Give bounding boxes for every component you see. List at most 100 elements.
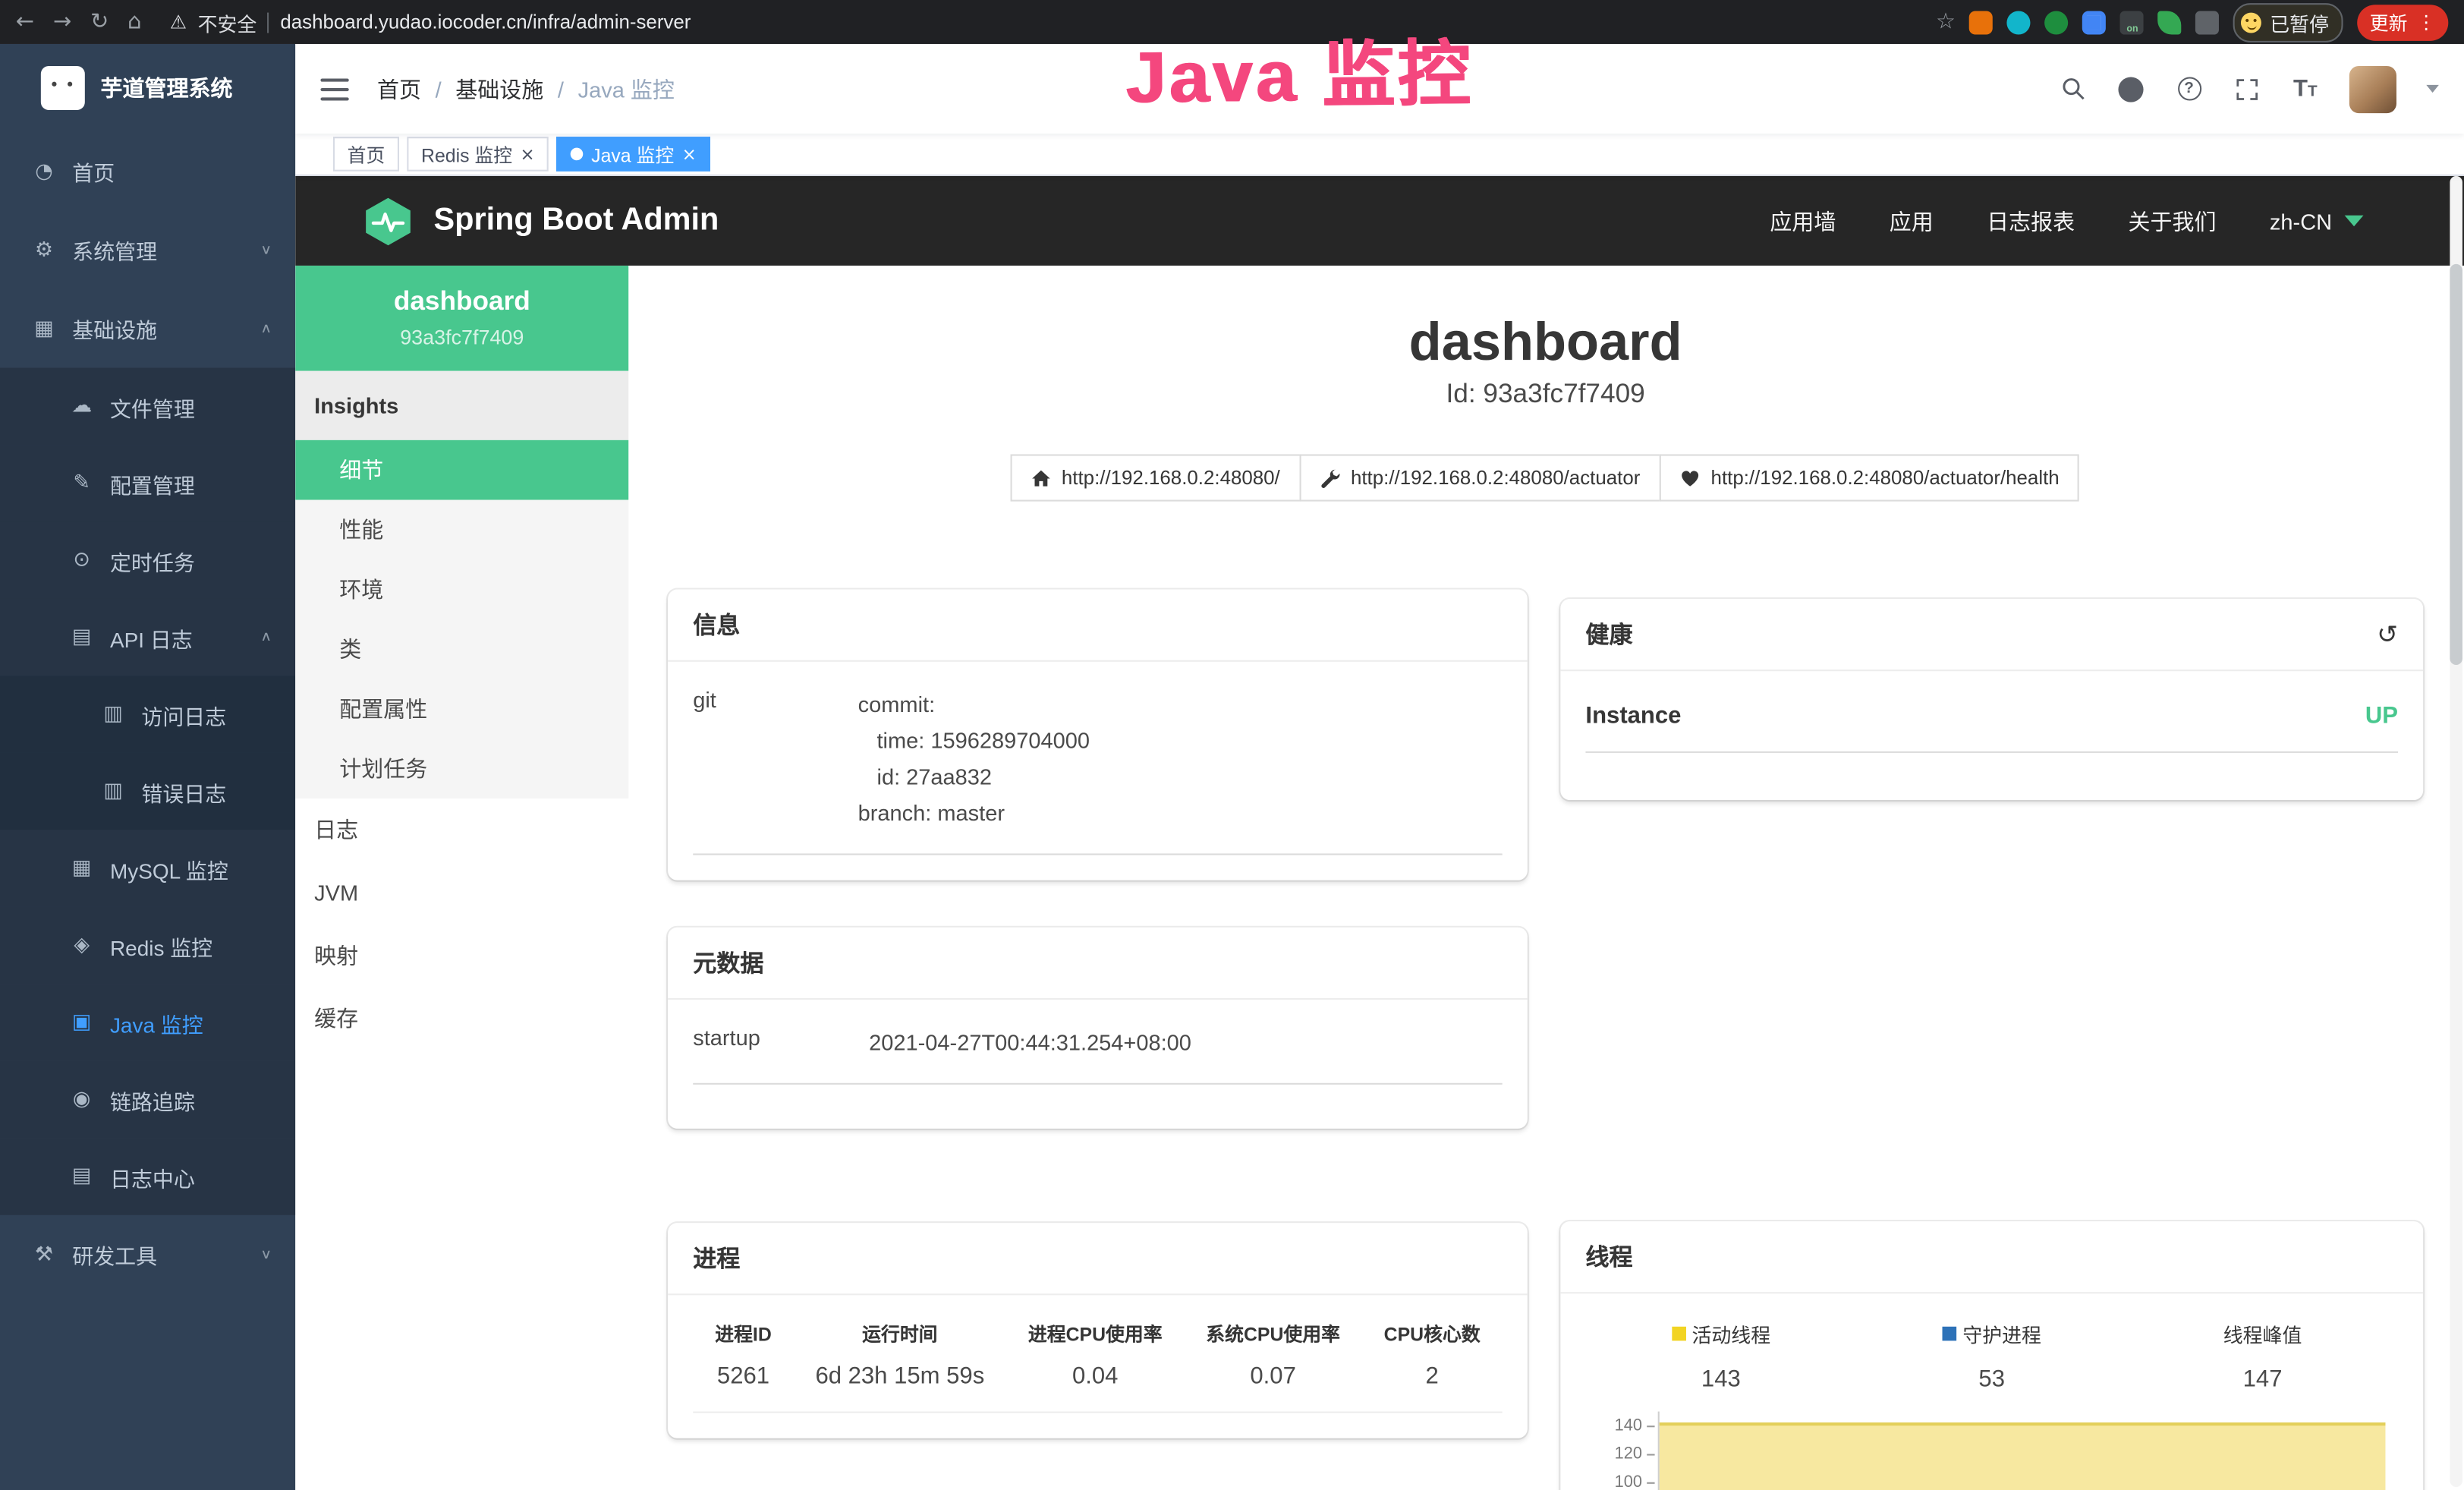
sba-item-scheduled-tasks[interactable]: 计划任务 bbox=[295, 739, 628, 799]
cards-left-column: 信息 git commit: time: 1596289704000 id: 2… bbox=[668, 590, 1528, 1438]
sba-item-config-props[interactable]: 配置属性 bbox=[295, 679, 628, 739]
search-icon[interactable] bbox=[2059, 74, 2087, 102]
process-card: 进程 进程ID 5261 运行时间 bbox=[668, 1223, 1528, 1438]
sba-nav-about[interactable]: 关于我们 bbox=[2129, 205, 2217, 236]
hamburger-icon[interactable] bbox=[320, 78, 348, 100]
cards-grid: 信息 git commit: time: 1596289704000 id: 2… bbox=[668, 590, 2423, 1490]
sidebar-item-files[interactable]: ☁ 文件管理 bbox=[0, 368, 295, 445]
refresh-icon[interactable]: ↻ bbox=[90, 9, 109, 34]
sidebar-item-redis[interactable]: ◈ Redis 监控 bbox=[0, 907, 295, 984]
sba-item-logs[interactable]: 日志 bbox=[295, 799, 628, 862]
close-icon[interactable]: × bbox=[520, 146, 534, 163]
sidebar-item-devtools[interactable]: ⚒ 研发工具 ∨ bbox=[0, 1215, 295, 1294]
history-icon[interactable]: ↺ bbox=[2377, 619, 2398, 649]
sidebar-item-mysql[interactable]: ▦ MySQL 监控 bbox=[0, 830, 295, 906]
close-icon[interactable]: × bbox=[682, 146, 697, 163]
gear-icon: ⚙ bbox=[31, 238, 56, 262]
user-caret-icon[interactable] bbox=[2426, 85, 2439, 93]
chart-y-axis: 140 120 100 bbox=[1585, 1412, 1657, 1490]
sba-nav-journal[interactable]: 日志报表 bbox=[1987, 205, 2075, 236]
sba-item-environment[interactable]: 环境 bbox=[295, 559, 628, 619]
green-extension-icon[interactable] bbox=[2045, 10, 2069, 33]
pin-extension-icon[interactable] bbox=[2007, 10, 2031, 33]
sba-insights-group: 细节 性能 环境 类 配置属性 计划任务 bbox=[295, 440, 628, 799]
sidebar-item-tracing[interactable]: ◉ 链路追踪 bbox=[0, 1061, 295, 1138]
sidebar-item-java[interactable]: ▣ Java 监控 bbox=[0, 984, 295, 1060]
browser-home-icon[interactable]: ⌂ bbox=[127, 9, 141, 34]
active-threads-area bbox=[1660, 1422, 2386, 1490]
layers-icon: ◈ bbox=[69, 934, 94, 957]
github-icon[interactable] bbox=[2116, 74, 2145, 102]
sidebar-item-error-log[interactable]: ▥ 错误日志 bbox=[0, 753, 295, 830]
page-title: dashboard bbox=[668, 313, 2423, 373]
app-logo-row[interactable]: 芋道管理系统 bbox=[0, 44, 295, 132]
sidebar-item-system[interactable]: ⚙ 系统管理 ∨ bbox=[0, 210, 295, 289]
sba-item-mappings[interactable]: 映射 bbox=[295, 925, 628, 988]
sidebar-item-config[interactable]: ✎ 配置管理 bbox=[0, 445, 295, 521]
sba-item-jvm[interactable]: JVM bbox=[295, 862, 628, 925]
breadcrumb-item-infra[interactable]: 基础设施 bbox=[455, 73, 543, 104]
switch-extension-icon[interactable]: on bbox=[2120, 10, 2144, 33]
extensions-puzzle-icon[interactable] bbox=[2196, 10, 2220, 33]
forward-icon[interactable]: → bbox=[53, 9, 71, 34]
update-label: 更新 bbox=[2370, 8, 2408, 35]
fullscreen-icon[interactable] bbox=[2233, 74, 2261, 102]
instance-links: http://192.168.0.2:48080/ http://192.168… bbox=[668, 454, 2423, 501]
breadcrumb-item-home[interactable]: 首页 bbox=[377, 73, 421, 104]
main-column: 首页 / 基础设施 / Java 监控 ? TT bbox=[295, 44, 2464, 1490]
app-title: 芋道管理系统 bbox=[101, 72, 233, 103]
font-size-icon[interactable]: TT bbox=[2291, 74, 2319, 102]
sba-body: dashboard 93a3fc7f7409 Insights 细节 性能 环境… bbox=[295, 266, 2464, 1490]
user-avatar[interactable] bbox=[2349, 65, 2396, 112]
back-icon[interactable]: ← bbox=[16, 9, 34, 34]
info-row-git: git commit: time: 1596289704000 id: 27aa… bbox=[693, 687, 1502, 855]
sba-item-details[interactable]: 细节 bbox=[295, 440, 628, 500]
grid-extension-icon[interactable] bbox=[2083, 10, 2107, 33]
update-button[interactable]: 更新 ⋮ bbox=[2357, 4, 2448, 40]
leaf-extension-icon[interactable] bbox=[2158, 10, 2182, 33]
legend-peak-threads: 线程峰值 147 bbox=[2127, 1318, 2398, 1392]
sidebar-item-jobs[interactable]: ⊙ 定时任务 bbox=[0, 522, 295, 599]
breadcrumb: 首页 / 基础设施 / Java 监控 bbox=[377, 73, 675, 104]
fox-extension-icon[interactable] bbox=[1970, 10, 1994, 33]
sba-item-classes[interactable]: 类 bbox=[295, 619, 628, 679]
scrollbar-thumb[interactable] bbox=[2450, 264, 2462, 665]
sba-nav-applications[interactable]: 应用 bbox=[1890, 205, 1934, 236]
tab-java-monitor[interactable]: Java 监控 × bbox=[557, 137, 711, 172]
metadata-row-startup: startup 2021-04-27T00:44:31.254+08:00 bbox=[693, 1025, 1502, 1085]
cards-right-column: 健康 ↺ Instance UP bbox=[1560, 590, 2423, 1490]
tab-redis-monitor[interactable]: Redis 监控 × bbox=[407, 137, 549, 172]
sba-instance-block[interactable]: dashboard 93a3fc7f7409 bbox=[295, 266, 628, 371]
bookmark-star-icon[interactable]: ☆ bbox=[1936, 9, 1956, 34]
sba-instance-id: 93a3fc7f7409 bbox=[305, 326, 619, 349]
sidebar-item-home[interactable]: ◔ 首页 bbox=[0, 132, 295, 211]
address-bar[interactable]: ⚠ 不安全 dashboard.yudao.iocoder.cn/infra/a… bbox=[170, 7, 691, 36]
chart-plot-area bbox=[1658, 1412, 2386, 1490]
info-card-title: 信息 bbox=[668, 590, 1528, 662]
paused-badge[interactable]: 已暂停 bbox=[2234, 2, 2343, 42]
sba-group-insights: Insights bbox=[295, 371, 628, 440]
sidebar-item-log-center[interactable]: ▤ 日志中心 bbox=[0, 1138, 295, 1214]
breadcrumb-separator: / bbox=[436, 76, 442, 101]
sidebar-item-api-log[interactable]: ▤ API 日志 ∧ bbox=[0, 599, 295, 676]
sba-brand[interactable]: Spring Boot Admin bbox=[361, 194, 719, 247]
metadata-value: 2021-04-27T00:44:31.254+08:00 bbox=[869, 1025, 1503, 1061]
sba-item-metrics[interactable]: 性能 bbox=[295, 500, 628, 560]
caret-down-icon bbox=[2345, 216, 2364, 226]
browser-menu-icon[interactable]: ⋮ bbox=[2417, 11, 2436, 33]
sba-item-caches[interactable]: 缓存 bbox=[295, 987, 628, 1050]
sba-locale-select[interactable]: zh-CN bbox=[2270, 208, 2364, 233]
process-card-title: 进程 bbox=[668, 1223, 1528, 1295]
threads-chart: 140 120 100 bbox=[1585, 1412, 2398, 1490]
health-card: 健康 ↺ Instance UP bbox=[1560, 599, 2423, 800]
help-icon[interactable]: ? bbox=[2175, 74, 2203, 102]
top-navbar: 首页 / 基础设施 / Java 监控 ? TT bbox=[295, 44, 2464, 134]
sidebar-item-access-log[interactable]: ▥ 访问日志 bbox=[0, 676, 295, 752]
health-url-button[interactable]: http://192.168.0.2:48080/actuator/health bbox=[1659, 454, 2079, 501]
sba-nav-wallboard[interactable]: 应用墙 bbox=[1770, 205, 1836, 236]
service-url-button[interactable]: http://192.168.0.2:48080/ bbox=[1010, 454, 1301, 501]
actuator-url-button[interactable]: http://192.168.0.2:48080/actuator bbox=[1299, 454, 1661, 501]
sidebar-item-infra[interactable]: ▦ 基础设施 ∧ bbox=[0, 289, 295, 368]
tab-home[interactable]: 首页 bbox=[333, 137, 399, 172]
chevron-down-icon: ∨ bbox=[260, 1247, 272, 1262]
